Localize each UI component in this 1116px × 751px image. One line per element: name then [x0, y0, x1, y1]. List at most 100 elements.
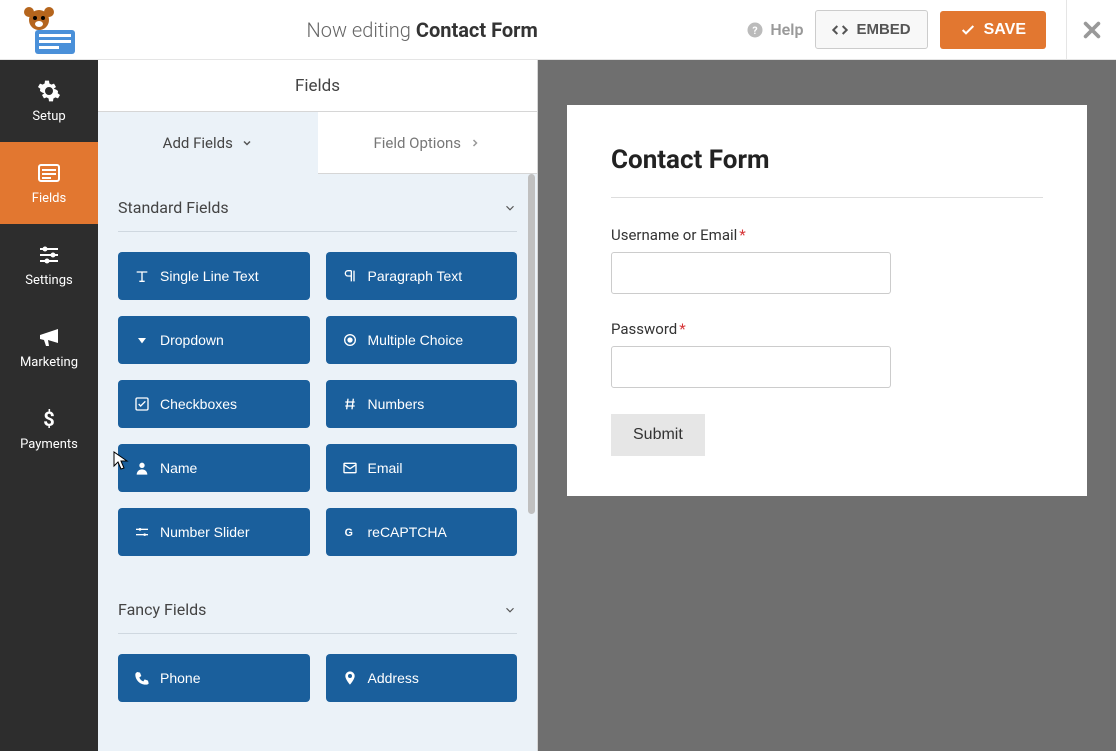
envelope-icon	[342, 460, 358, 476]
required-marker: *	[679, 320, 685, 338]
chevron-down-icon	[503, 603, 517, 617]
panel-header: Fields	[98, 60, 537, 112]
field-label: Email	[368, 460, 403, 476]
top-actions: ? Help EMBED SAVE	[746, 10, 1066, 49]
help-label: Help	[770, 20, 803, 39]
panel-tabs: Add Fields Field Options	[98, 112, 537, 174]
username-input[interactable]	[611, 252, 891, 294]
sidebar-item-fields[interactable]: Fields	[0, 142, 98, 224]
field-number-slider[interactable]: Number Slider	[118, 508, 310, 556]
radio-icon	[342, 332, 358, 348]
field-paragraph-text[interactable]: Paragraph Text	[326, 252, 518, 300]
brand-logo	[0, 6, 98, 54]
sidebar-item-label: Payments	[20, 437, 78, 452]
field-recaptcha[interactable]: G reCAPTCHA	[326, 508, 518, 556]
field-label: Paragraph Text	[368, 268, 463, 284]
paragraph-icon	[342, 268, 358, 284]
field-label: Dropdown	[160, 332, 224, 348]
field-numbers[interactable]: Numbers	[326, 380, 518, 428]
marker-icon	[342, 670, 358, 686]
sliders-icon	[134, 524, 150, 540]
section-fancy-fields[interactable]: Fancy Fields	[118, 576, 517, 634]
embed-button[interactable]: EMBED	[815, 10, 927, 49]
sidebar-item-marketing[interactable]: Marketing	[0, 306, 98, 388]
form-card: Contact Form Username or Email* Password…	[567, 105, 1087, 496]
hash-icon	[342, 396, 358, 412]
field-label: Number Slider	[160, 524, 249, 540]
google-icon: G	[342, 524, 358, 540]
label-text: Username or Email	[611, 226, 737, 244]
editing-prefix: Now editing	[307, 18, 411, 42]
submit-button[interactable]: Submit	[611, 414, 705, 456]
form-field-password[interactable]: Password*	[611, 320, 1043, 388]
tab-label: Field Options	[373, 134, 461, 152]
code-icon	[832, 22, 848, 38]
field-label: Password*	[611, 320, 1043, 338]
close-button[interactable]	[1066, 0, 1116, 60]
label-text: Password	[611, 320, 677, 338]
sidebar-item-settings[interactable]: Settings	[0, 224, 98, 306]
field-label: Checkboxes	[160, 396, 237, 412]
caret-down-icon	[134, 332, 150, 348]
field-checkboxes[interactable]: Checkboxes	[118, 380, 310, 428]
tab-add-fields[interactable]: Add Fields	[98, 112, 318, 174]
section-standard-fields[interactable]: Standard Fields	[118, 174, 517, 232]
field-label: Name	[160, 460, 197, 476]
panel-body: Standard Fields Single Line Text Paragra…	[98, 174, 537, 751]
required-marker: *	[739, 226, 745, 244]
svg-text:$: $	[43, 407, 54, 431]
svg-text:G: G	[344, 527, 352, 539]
form-preview-area: Contact Form Username or Email* Password…	[538, 60, 1116, 751]
field-multiple-choice[interactable]: Multiple Choice	[326, 316, 518, 364]
field-email[interactable]: Email	[326, 444, 518, 492]
phone-icon	[134, 670, 150, 686]
tab-field-options[interactable]: Field Options	[318, 112, 538, 174]
field-label: Phone	[160, 670, 200, 686]
tab-label: Add Fields	[163, 134, 233, 152]
gear-icon	[37, 79, 61, 103]
sidebar-item-payments[interactable]: $ Payments	[0, 388, 98, 470]
field-label: Multiple Choice	[368, 332, 464, 348]
field-label: Address	[368, 670, 419, 686]
help-link[interactable]: ? Help	[746, 20, 803, 39]
field-phone[interactable]: Phone	[118, 654, 310, 702]
fields-panel: Fields Add Fields Field Options Standard…	[98, 60, 538, 751]
close-icon	[1081, 19, 1103, 41]
field-single-line-text[interactable]: Single Line Text	[118, 252, 310, 300]
field-dropdown[interactable]: Dropdown	[118, 316, 310, 364]
left-sidebar: Setup Fields Settings Marketing $ Paymen…	[0, 60, 98, 751]
scrollbar-thumb[interactable]	[528, 174, 535, 514]
dollar-icon: $	[37, 407, 61, 431]
field-name[interactable]: Name	[118, 444, 310, 492]
section-title: Fancy Fields	[118, 600, 206, 619]
sidebar-item-label: Settings	[25, 273, 72, 288]
user-icon	[134, 460, 150, 476]
field-label: Numbers	[368, 396, 425, 412]
password-input[interactable]	[611, 346, 891, 388]
sidebar-item-setup[interactable]: Setup	[0, 60, 98, 142]
field-label: Username or Email*	[611, 226, 1043, 244]
bullhorn-icon	[37, 325, 61, 349]
field-label: reCAPTCHA	[368, 524, 447, 540]
text-icon	[134, 268, 150, 284]
form-field-username[interactable]: Username or Email*	[611, 226, 1043, 294]
chevron-right-icon	[469, 137, 481, 149]
form-name: Contact Form	[416, 18, 538, 42]
sidebar-item-label: Marketing	[20, 355, 78, 370]
field-label: Single Line Text	[160, 268, 259, 284]
list-icon	[37, 161, 61, 185]
help-icon: ?	[746, 21, 764, 39]
sliders-icon	[37, 243, 61, 267]
embed-label: EMBED	[856, 21, 910, 38]
chevron-down-icon	[241, 137, 253, 149]
page-title: Now editing Contact Form	[98, 18, 746, 42]
sidebar-item-label: Fields	[32, 191, 66, 206]
field-address[interactable]: Address	[326, 654, 518, 702]
sidebar-item-label: Setup	[32, 109, 65, 124]
chevron-down-icon	[503, 201, 517, 215]
save-label: SAVE	[984, 21, 1026, 39]
section-title: Standard Fields	[118, 198, 229, 217]
check-icon	[960, 22, 976, 38]
checkbox-icon	[134, 396, 150, 412]
save-button[interactable]: SAVE	[940, 11, 1046, 49]
